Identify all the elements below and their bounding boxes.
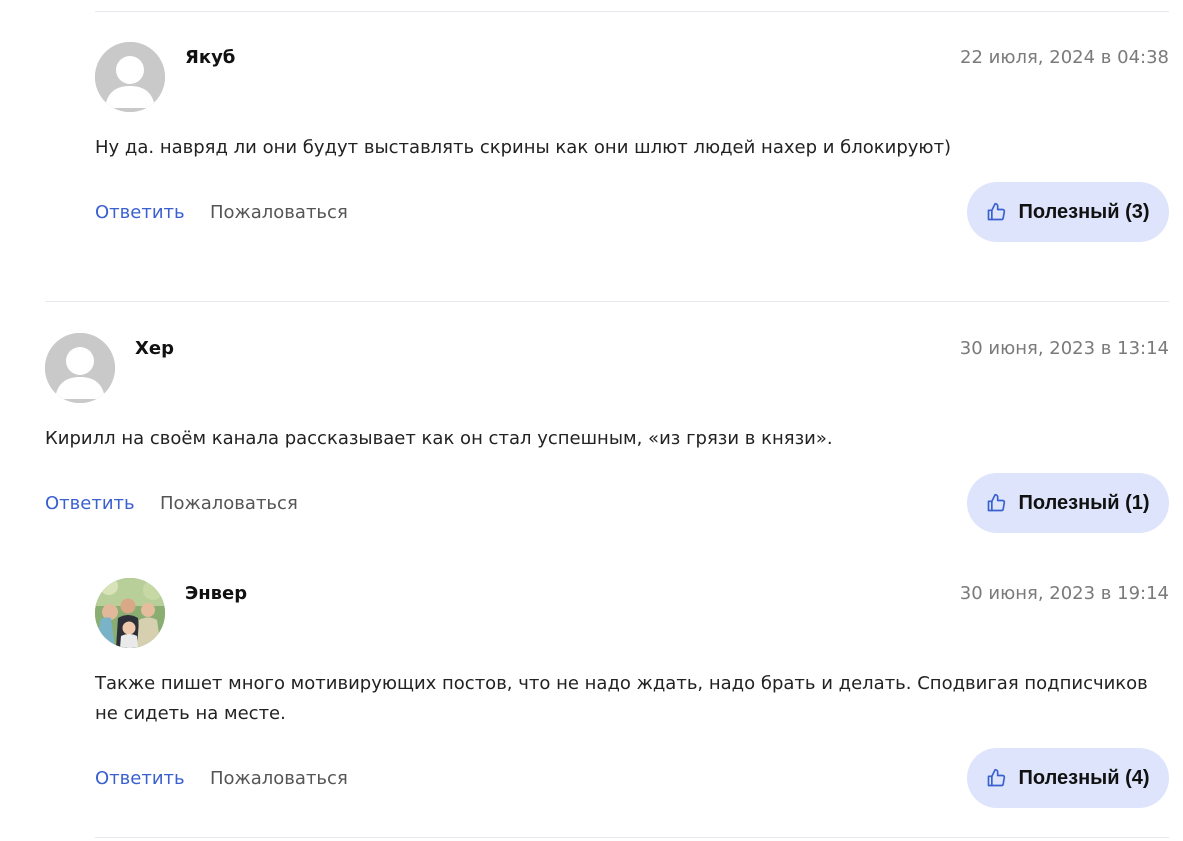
- comment-date: 30 июня, 2023 в 19:14: [959, 583, 1169, 604]
- comment-author: Энвер: [185, 583, 248, 604]
- useful-button-label: Полезный (4): [1018, 766, 1150, 789]
- comment-reply: Энвер 30 июня, 2023 в 19:14 Также пишет …: [0, 0, 1183, 841]
- thumbs-up-icon: [986, 768, 1006, 788]
- comment-text: Также пишет много мотивирующих постов, ч…: [95, 673, 1148, 724]
- report-link[interactable]: Пожаловаться: [210, 768, 348, 789]
- reply-link[interactable]: Ответить: [95, 768, 185, 789]
- useful-button[interactable]: Полезный (4): [967, 748, 1169, 808]
- family-photo-avatar: [95, 578, 165, 648]
